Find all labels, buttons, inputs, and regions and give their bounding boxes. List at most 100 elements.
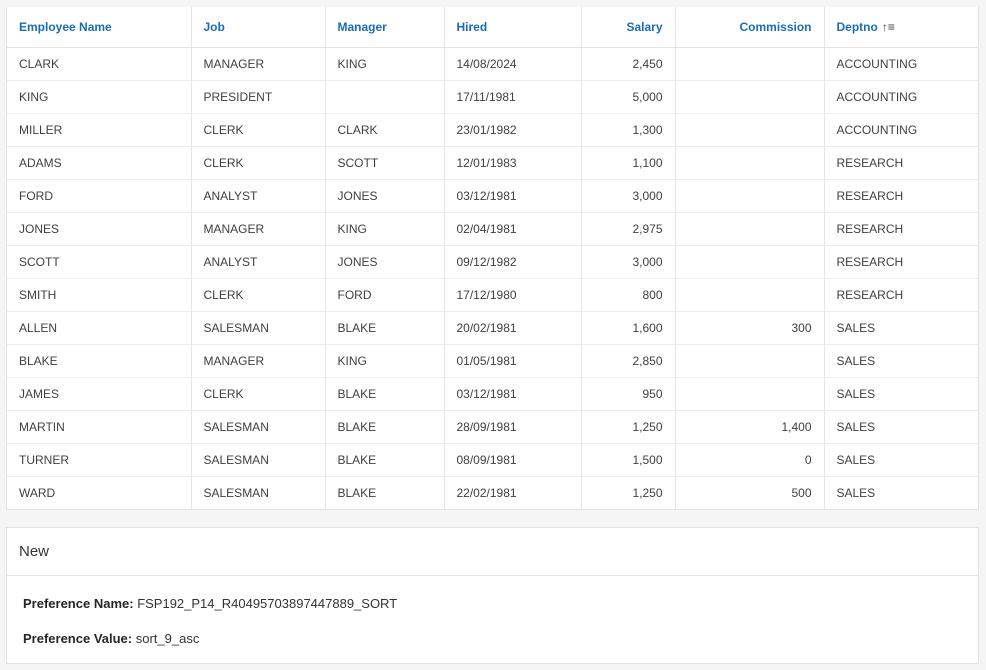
cell-salary: 1,250: [581, 476, 676, 509]
table-row: KING PRESIDENT 17/11/1981 5,000 ACCOUNTING: [7, 80, 978, 114]
cell-manager: SCOTT: [325, 146, 445, 180]
cell-job: PRESIDENT: [191, 80, 326, 114]
cell-commission: 300: [675, 311, 825, 345]
table-row: CLARK MANAGER KING 14/08/2024 2,450 ACCOUNTIN…: [7, 47, 978, 81]
cell-manager: JONES: [325, 245, 445, 279]
cell-name: FORD: [7, 179, 192, 213]
column-header-manager[interactable]: Manager: [325, 7, 445, 48]
cell-job: CLERK: [191, 113, 326, 147]
cell-name: TURNER: [7, 443, 192, 477]
cell-job: CLERK: [191, 146, 326, 180]
table-row: WARD SALESMAN BLAKE 22/02/1981 1,250 500 SALES: [7, 476, 978, 509]
table-row: BLAKE MANAGER KING 01/05/1981 2,850 SALES: [7, 344, 978, 378]
cell-hired: 23/01/1982: [444, 113, 582, 147]
preference-name-row: Preference Name: FSP192_P14_R40495703897…: [23, 596, 397, 611]
preference-value-row: Preference Value: sort_9_asc: [23, 631, 199, 646]
cell-name: SCOTT: [7, 245, 192, 279]
cell-commission: [675, 212, 825, 246]
table-row: ALLEN SALESMAN BLAKE 20/02/1981 1,600 300 SALE…: [7, 311, 978, 345]
cell-commission: [675, 146, 825, 180]
table-row: MARTIN SALESMAN BLAKE 28/09/1981 1,250 1,400 S…: [7, 410, 978, 444]
cell-deptno: RESEARCH: [824, 245, 978, 279]
cell-deptno: SALES: [824, 344, 978, 378]
cell-deptno: SALES: [824, 377, 978, 411]
cell-deptno: RESEARCH: [824, 212, 978, 246]
new-region: New Preference Name: FSP192_P14_R4049570…: [6, 527, 979, 664]
cell-name: CLARK: [7, 47, 192, 81]
table-header-row: Employee Name Job Manager Hired Salary C…: [7, 7, 978, 48]
column-header-job[interactable]: Job: [191, 7, 326, 48]
cell-job: ANALYST: [191, 245, 326, 279]
cell-hired: 12/01/1983: [444, 146, 582, 180]
cell-commission: 1,400: [675, 410, 825, 444]
table-row: MILLER CLERK CLARK 23/01/1982 1,300 ACCOUNTIN…: [7, 113, 978, 147]
cell-deptno: SALES: [824, 410, 978, 444]
column-header-deptno-label: Deptno: [836, 19, 878, 34]
new-region-title: New: [7, 528, 978, 576]
cell-hired: 17/11/1981: [444, 80, 582, 114]
cell-job: SALESMAN: [191, 443, 326, 477]
cell-salary: 2,850: [581, 344, 676, 378]
cell-salary: 3,000: [581, 245, 676, 279]
cell-name: ALLEN: [7, 311, 192, 345]
table-body: CLARK MANAGER KING 14/08/2024 2,450 ACCOUNTIN…: [7, 47, 978, 509]
cell-deptno: RESEARCH: [824, 146, 978, 180]
cell-salary: 1,500: [581, 443, 676, 477]
cell-commission: [675, 278, 825, 312]
table-row: JAMES CLERK BLAKE 03/12/1981 950 SALES: [7, 377, 978, 411]
cell-job: ANALYST: [191, 179, 326, 213]
table-row: SMITH CLERK FORD 17/12/1980 800 RESEARCH: [7, 278, 978, 312]
preference-name-label: Preference Name:: [23, 596, 134, 611]
cell-name: WARD: [7, 476, 192, 509]
column-header-salary[interactable]: Salary: [581, 7, 676, 48]
column-header-hired[interactable]: Hired: [444, 7, 582, 48]
employee-report: Employee Name Job Manager Hired Salary C…: [6, 7, 979, 510]
cell-salary: 1,300: [581, 113, 676, 147]
cell-job: SALESMAN: [191, 410, 326, 444]
cell-job: CLERK: [191, 278, 326, 312]
cell-hired: 08/09/1981: [444, 443, 582, 477]
cell-salary: 2,975: [581, 212, 676, 246]
cell-job: CLERK: [191, 377, 326, 411]
cell-manager: CLARK: [325, 113, 445, 147]
cell-name: BLAKE: [7, 344, 192, 378]
cell-hired: 22/02/1981: [444, 476, 582, 509]
cell-name: MILLER: [7, 113, 192, 147]
cell-salary: 800: [581, 278, 676, 312]
cell-deptno: SALES: [836, 485, 876, 500]
cell-manager: BLAKE: [325, 377, 445, 411]
cell-hired: 17/12/1980: [444, 278, 582, 312]
cell-name: MARTIN: [7, 410, 192, 444]
cell-job: MANAGER: [191, 344, 326, 378]
cell-manager: KING: [325, 47, 445, 81]
cell-job: MANAGER: [191, 47, 326, 81]
table-row: ADAMS CLERK SCOTT 12/01/1983 1,100 RESEARCH: [7, 146, 978, 180]
preference-value-value: sort_9_asc: [135, 631, 200, 646]
cell-deptno: ACCOUNTING: [824, 113, 978, 147]
column-header-commission[interactable]: Commission: [675, 7, 825, 48]
cell-manager: BLAKE: [325, 311, 445, 345]
cell-name: KING: [7, 80, 192, 114]
cell-name: SMITH: [7, 278, 192, 312]
cell-deptno: ACCOUNTING: [824, 80, 978, 114]
cell-salary: 1,600: [581, 311, 676, 345]
cell-job: SALESMAN: [191, 476, 326, 509]
employee-table: Employee Name Job Manager Hired Salary C…: [7, 7, 978, 509]
cell-deptno: SALES: [824, 443, 978, 477]
sort-ascending-icon[interactable]: ↑≡: [882, 20, 895, 34]
cell-name: JONES: [7, 212, 192, 246]
preference-name-value: FSP192_P14_R40495703897447889_SORT: [137, 596, 398, 611]
cell-manager: [325, 80, 445, 114]
cell-deptno: SALES: [824, 311, 978, 345]
cell-hired: 02/04/1981: [444, 212, 582, 246]
cell-salary: 950: [581, 377, 676, 411]
table-row: SCOTT ANALYST JONES 09/12/1982 3,000 RESEARCH: [7, 245, 978, 279]
cell-manager: KING: [325, 212, 445, 246]
column-header-deptno[interactable]: Deptno ↑≡: [824, 7, 978, 48]
column-header-employee-name[interactable]: Employee Name: [7, 7, 192, 48]
cell-commission: [675, 47, 825, 81]
cell-name: ADAMS: [7, 146, 192, 180]
cell-deptno: RESEARCH: [824, 179, 978, 213]
table-row: TURNER SALESMAN BLAKE 08/09/1981 1,500 0 SALES: [7, 443, 978, 477]
preference-value-label: Preference Value:: [23, 631, 133, 646]
